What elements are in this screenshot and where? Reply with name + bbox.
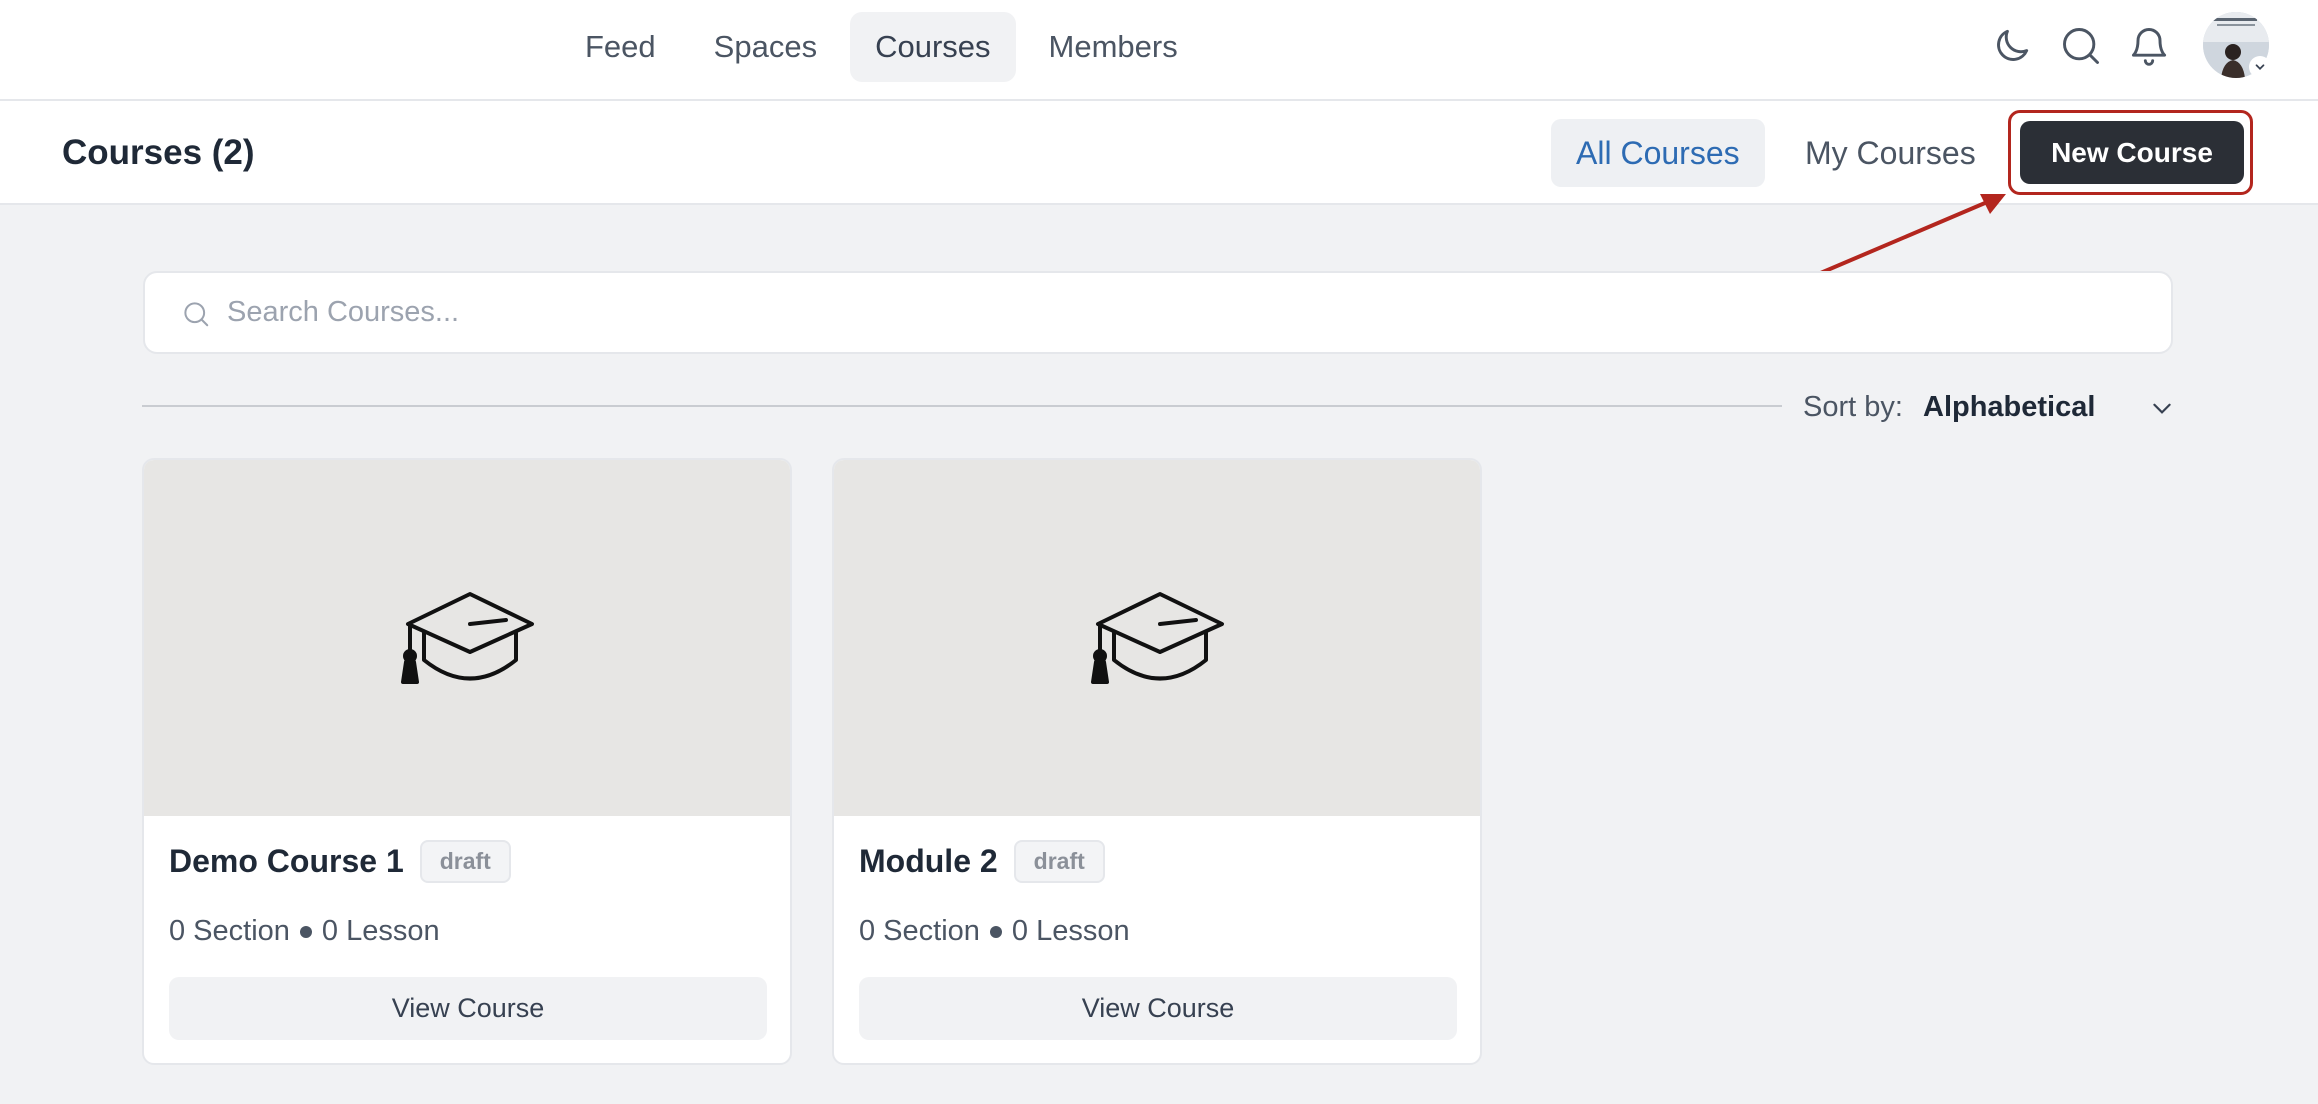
chevron-down-icon: [2153, 403, 2171, 414]
course-title-row: Demo Course 1 draft: [169, 840, 511, 883]
lesson-count: 0 Lesson: [1011, 915, 1130, 947]
course-card[interactable]: Module 2 draft 0 Section 0 Lesson View C…: [832, 458, 1482, 1065]
sort-select[interactable]: Alphabetical: [1923, 383, 2175, 431]
moon-icon[interactable]: [1990, 24, 2034, 68]
tab-all-courses[interactable]: All Courses: [1551, 119, 1765, 187]
nav-item-feed[interactable]: Feed: [560, 12, 681, 82]
course-meta: 0 Section 0 Lesson: [169, 915, 440, 948]
view-course-button[interactable]: View Course: [169, 977, 767, 1040]
search-icon: [184, 302, 209, 327]
lesson-count: 0 Lesson: [321, 915, 440, 947]
separator-dot: [299, 925, 312, 938]
nav-item-courses[interactable]: Courses: [850, 12, 1016, 82]
main-nav: Feed Spaces Courses Members: [560, 12, 1211, 82]
graduation-cap-icon: [1091, 592, 1224, 684]
avatar-menu-chevron-icon[interactable]: [2249, 56, 2271, 78]
course-thumbnail: [144, 460, 790, 816]
course-title: Module 2: [859, 843, 998, 879]
course-card[interactable]: Demo Course 1 draft 0 Section 0 Lesson V…: [142, 458, 792, 1065]
top-navigation-bar: Feed Spaces Courses Members: [0, 0, 2318, 101]
course-meta: 0 Section 0 Lesson: [859, 915, 1130, 948]
sort-value: Alphabetical: [1923, 390, 2096, 423]
bell-icon[interactable]: [2127, 24, 2171, 68]
status-badge: draft: [1013, 840, 1105, 883]
view-course-button[interactable]: View Course: [859, 977, 1457, 1040]
sort-label: Sort by:: [1803, 391, 1903, 423]
search-icon[interactable]: [2059, 24, 2103, 68]
graduation-cap-icon: [401, 592, 534, 684]
section-count: 0 Section: [859, 915, 980, 947]
new-course-button[interactable]: New Course: [2020, 121, 2244, 184]
search-bar: [143, 271, 2173, 354]
nav-item-spaces[interactable]: Spaces: [689, 12, 842, 82]
section-count: 0 Section: [169, 915, 290, 947]
separator-dot: [989, 925, 1002, 938]
status-badge: draft: [419, 840, 511, 883]
course-title-row: Module 2 draft: [859, 840, 1105, 883]
tab-my-courses[interactable]: My Courses: [1780, 119, 2001, 187]
page-title: Courses (2): [62, 133, 255, 172]
course-title: Demo Course 1: [169, 843, 404, 879]
nav-item-members[interactable]: Members: [1024, 12, 1203, 82]
course-thumbnail: [834, 460, 1480, 816]
search-courses-input[interactable]: [227, 273, 2127, 352]
divider: [142, 405, 1782, 407]
